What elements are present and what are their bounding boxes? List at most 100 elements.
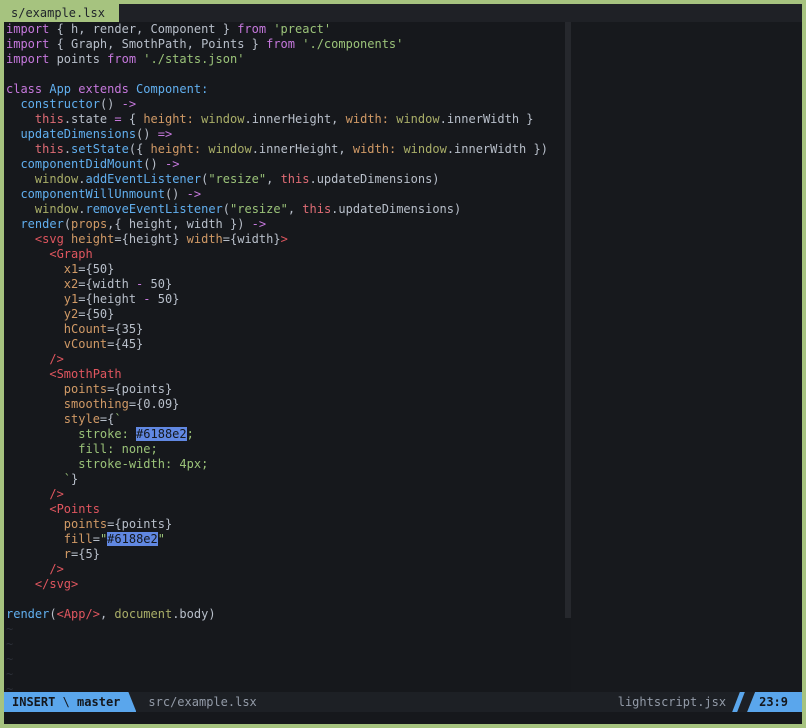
code-line[interactable]: x1={50} (6, 262, 565, 277)
code-line[interactable]: this.state = { height: window.innerHeigh… (6, 112, 565, 127)
code-token: .innerHeight, (244, 112, 346, 126)
code-line[interactable]: import points from './stats.json' (6, 52, 565, 67)
code-line[interactable]: points={points} (6, 517, 565, 532)
code-token: points (63, 382, 108, 396)
code-line[interactable]: fill="#6188e2" (6, 532, 565, 547)
code-line[interactable]: stroke-width: 4px; (6, 457, 565, 472)
code-token: './components' (295, 37, 404, 51)
code-line[interactable]: updateDimensions() => (6, 127, 565, 142)
code-token: fill (63, 532, 93, 546)
code-line[interactable]: window.removeEventListener("resize", thi… (6, 202, 565, 217)
code-token: style (63, 412, 100, 426)
statusline-subseparator: \ (55, 695, 78, 709)
code-line[interactable]: points={points} (6, 382, 565, 397)
code-line[interactable]: render(<App/>, document.body) (6, 607, 565, 622)
code-token: addEventListener (85, 172, 202, 186)
code-token: => (157, 127, 173, 141)
code-token: .innerWidth }) (446, 142, 548, 156)
code-line[interactable]: r={5} (6, 547, 565, 562)
code-editor[interactable]: import { h, render, Component } from 'pr… (4, 22, 565, 692)
code-token: componentWillUnmount (20, 187, 165, 201)
code-line[interactable]: fill: none; (6, 442, 565, 457)
code-token: 'preact' (266, 22, 332, 36)
code-line[interactable]: /> (6, 352, 565, 367)
statusline: INSERT \ master src/example.lsx lightscr… (4, 692, 802, 712)
code-line[interactable]: y1={height - 50} (6, 292, 565, 307)
code-token: ={50} (78, 307, 115, 321)
code-token: - (143, 292, 151, 306)
code-token: props (71, 217, 108, 231)
code-line[interactable]: this.setState({ height: window.innerHeig… (6, 142, 565, 157)
code-token: . (63, 142, 72, 156)
code-line[interactable]: componentDidMount() -> (6, 157, 565, 172)
code-token: { (121, 112, 144, 126)
code-token: ={height} (114, 232, 187, 246)
code-line[interactable]: </svg> (6, 577, 565, 592)
secondary-pane[interactable] (571, 22, 802, 692)
code-line[interactable]: hCount={35} (6, 322, 565, 337)
code-line[interactable]: /> (6, 562, 565, 577)
code-token: ={points} (107, 382, 173, 396)
code-line[interactable]: <SmothPath (6, 367, 565, 382)
code-token: ={45} (107, 337, 144, 351)
cursor-position: 23:9 (747, 692, 802, 712)
code-token: () (99, 97, 122, 111)
code-line[interactable]: y2={50} (6, 307, 565, 322)
code-line[interactable] (6, 67, 565, 82)
code-line[interactable]: constructor() -> (6, 97, 565, 112)
code-line[interactable]: <svg height={height} width={width}> (6, 232, 565, 247)
empty-line-tilde: ~ (6, 667, 14, 681)
code-line[interactable]: x2={width - 50} (6, 277, 565, 292)
code-token: this (34, 142, 64, 156)
code-line[interactable]: render(props,{ height, width }) -> (6, 217, 565, 232)
code-line[interactable]: componentWillUnmount() -> (6, 187, 565, 202)
code-token: App (42, 82, 72, 96)
code-token: render (6, 607, 50, 621)
code-token: height: (143, 112, 194, 126)
code-line[interactable]: class App extends Component: (6, 82, 565, 97)
code-token: ` (63, 472, 72, 486)
code-token: -> (251, 217, 267, 231)
code-line[interactable]: window.addEventListener("resize", this.u… (6, 172, 565, 187)
code-token: y2 (63, 307, 79, 321)
code-token: from (237, 22, 267, 36)
code-token: width: (345, 112, 389, 126)
code-token: from (266, 37, 296, 51)
code-line[interactable]: import { Graph, SmothPath, Points } from… (6, 37, 565, 52)
code-line[interactable]: <Graph (6, 247, 565, 262)
code-token: window (208, 142, 252, 156)
tab-example-lsx[interactable]: s/example.lsx (4, 4, 119, 22)
code-line[interactable]: /> (6, 487, 565, 502)
code-line[interactable]: vCount={45} (6, 337, 565, 352)
code-token: componentDidMount (20, 157, 144, 171)
code-token: ={ (99, 412, 115, 426)
empty-line-tilde: ~ (6, 682, 14, 692)
code-line[interactable]: stroke: #6188e2; (6, 427, 565, 442)
code-line[interactable]: smoothing={0.09} (6, 397, 565, 412)
code-token: updateDimensions (20, 127, 137, 141)
code-token: ={50} (78, 262, 115, 276)
code-line[interactable]: `} (6, 472, 565, 487)
code-line[interactable]: style={` (6, 412, 565, 427)
code-token: width (186, 232, 223, 246)
code-token: removeEventListener (85, 202, 223, 216)
code-token: "resize" (208, 172, 267, 186)
code-line[interactable]: <Points (6, 502, 565, 517)
code-token: height: (150, 142, 202, 156)
code-token: './stats.json' (136, 52, 245, 66)
color-preview-chip: #6188e2 (107, 532, 158, 546)
code-token: <Points (49, 502, 100, 516)
code-token: . (78, 172, 86, 186)
code-token: ={height (78, 292, 144, 306)
code-token: stroke: (78, 427, 137, 441)
code-line[interactable] (6, 592, 565, 607)
code-line[interactable]: import { h, render, Component } from 'pr… (6, 22, 565, 37)
